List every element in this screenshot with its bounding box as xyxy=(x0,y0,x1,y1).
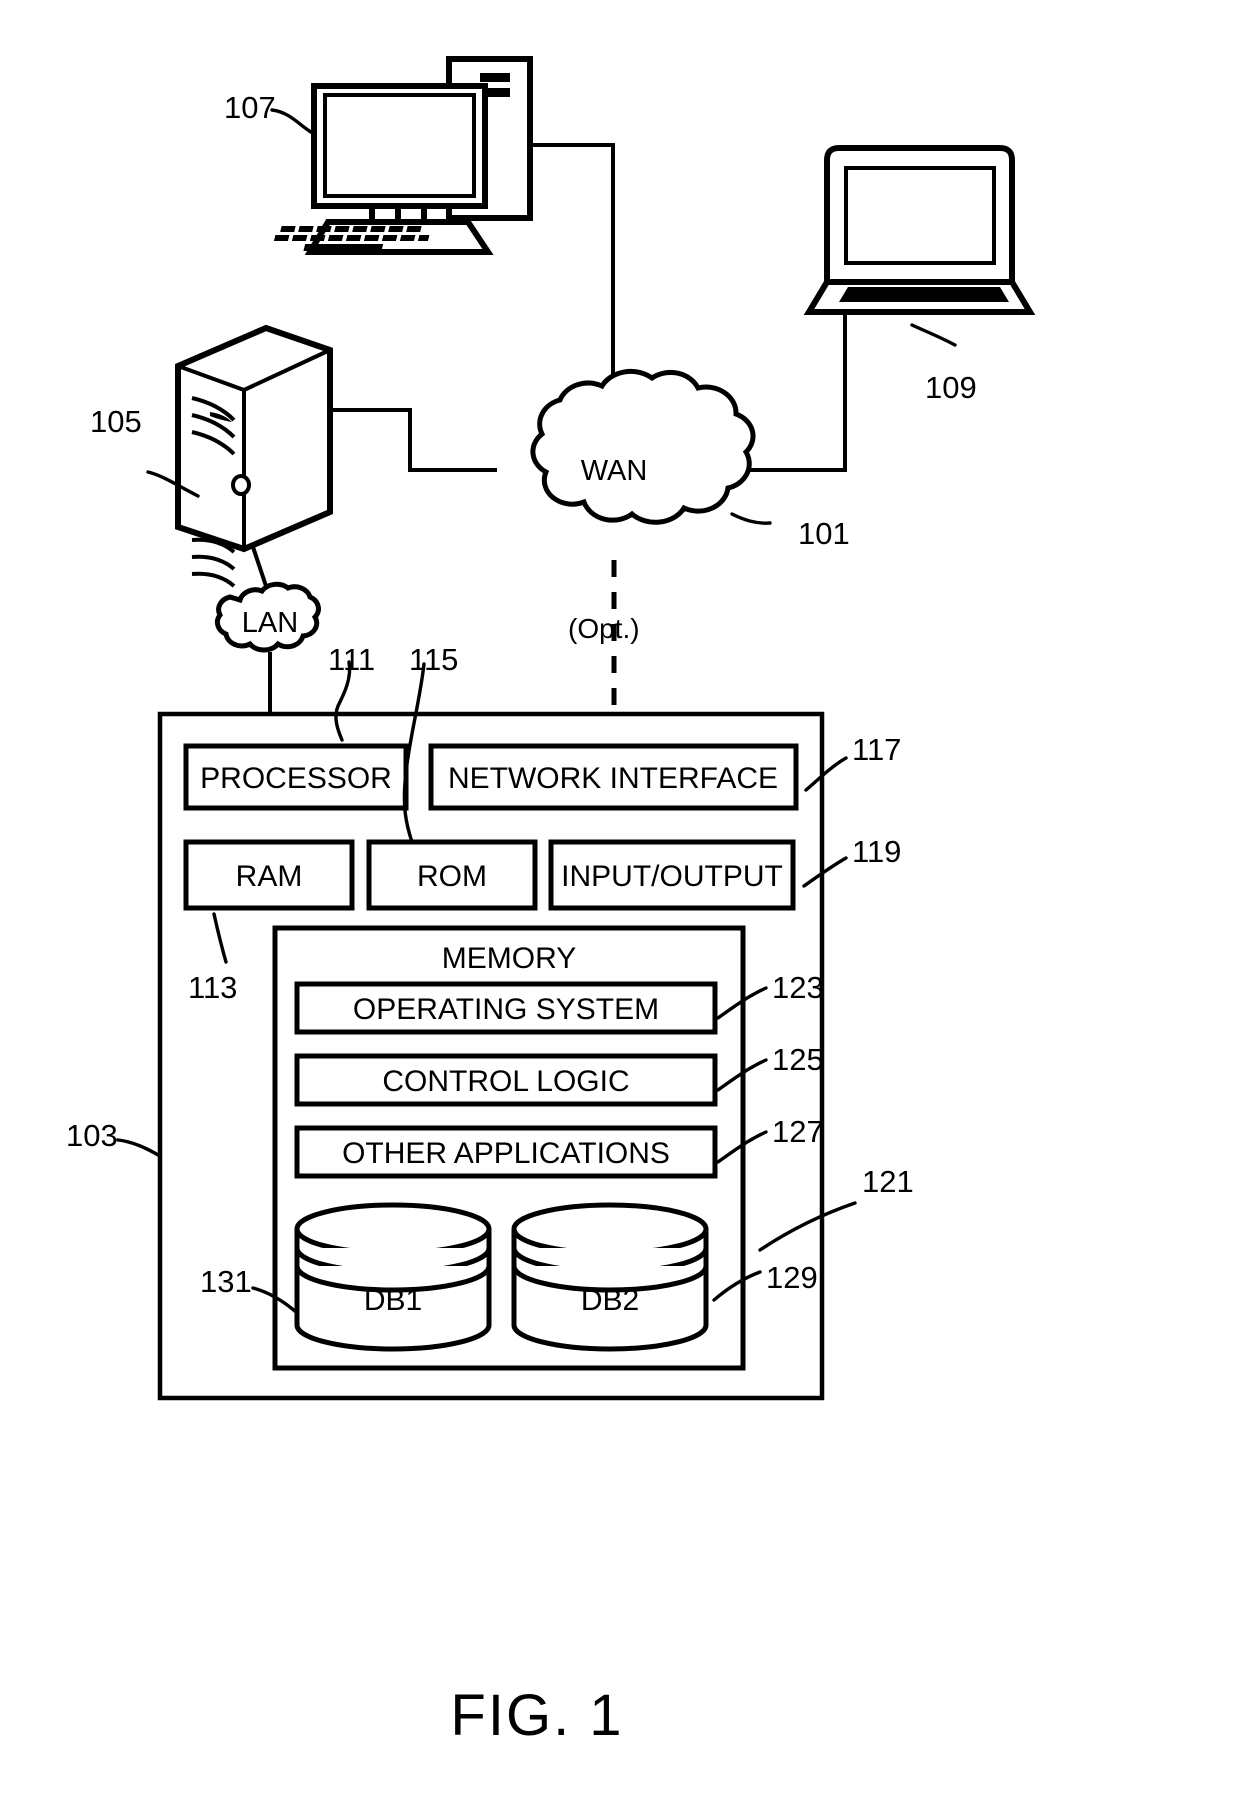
db1-label: DB1 xyxy=(364,1284,422,1317)
other-applications-label: OTHER APPLICATIONS xyxy=(342,1137,670,1170)
wan-cloud-shape xyxy=(530,368,756,525)
input-output-label: INPUT/OUTPUT xyxy=(561,860,783,893)
rom-label: ROM xyxy=(417,860,487,893)
optional-label: (Opt.) xyxy=(568,613,640,644)
ref-115: 115 xyxy=(409,642,458,677)
network-interface-label: NETWORK INTERFACE xyxy=(448,762,778,795)
laptop-screen xyxy=(844,166,996,265)
server-power-button xyxy=(231,474,251,496)
ref-127: 127 xyxy=(772,1114,824,1149)
tower-slot-upper xyxy=(480,73,510,82)
memory-label: MEMORY xyxy=(442,942,576,975)
db2-top xyxy=(511,1202,709,1256)
ref-103: 103 xyxy=(66,1118,118,1153)
monitor-screen xyxy=(323,93,476,198)
ref-111: 111 xyxy=(328,642,375,677)
patent-figure-svg: 107 109 105 WAN 101 (Opt.) LAN 103 PROCE… xyxy=(0,0,1240,1800)
ref-125: 125 xyxy=(772,1042,824,1077)
ref-121: 121 xyxy=(862,1164,914,1199)
ref-107: 107 xyxy=(224,90,276,125)
figure-caption: FIG. 1 xyxy=(450,1683,623,1748)
ref-101: 101 xyxy=(798,516,850,551)
ref-131: 131 xyxy=(200,1264,252,1299)
operating-system-label: OPERATING SYSTEM xyxy=(353,993,659,1026)
processor-label: PROCESSOR xyxy=(200,762,392,795)
db1-top xyxy=(294,1202,492,1256)
laptop-keyboard-area xyxy=(839,287,1009,302)
ram-label: RAM xyxy=(236,860,303,893)
ref-117: 117 xyxy=(852,732,901,767)
ref-105: 105 xyxy=(90,404,142,439)
lan-label: LAN xyxy=(242,607,298,639)
ref-113: 113 xyxy=(188,970,237,1005)
ref-119: 119 xyxy=(852,834,901,869)
ref-129: 129 xyxy=(766,1260,818,1295)
control-logic-label: CONTROL LOGIC xyxy=(382,1065,629,1098)
ref-123: 123 xyxy=(772,970,824,1005)
db2-label: DB2 xyxy=(581,1284,639,1317)
wan-label: WAN xyxy=(581,455,648,487)
ref-109: 109 xyxy=(925,370,977,405)
figure-canvas: 107 109 105 WAN 101 (Opt.) LAN 103 PROCE… xyxy=(0,0,1240,1800)
